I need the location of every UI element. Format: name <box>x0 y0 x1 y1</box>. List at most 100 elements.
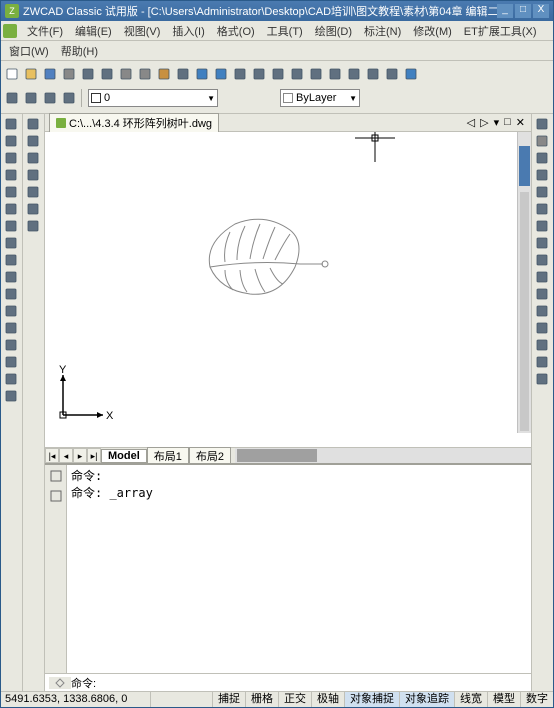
layeroff-button[interactable] <box>22 89 40 107</box>
area-tool[interactable] <box>24 133 42 149</box>
ellipse-tool[interactable] <box>2 269 20 285</box>
status-num[interactable]: 数字 <box>520 692 553 707</box>
explode-tool[interactable] <box>533 371 551 387</box>
area-button[interactable] <box>345 65 363 83</box>
offset-tool[interactable] <box>533 167 551 183</box>
tab-next[interactable]: ▷ <box>478 116 490 129</box>
status-grid[interactable]: 栅格 <box>245 692 278 707</box>
menu-edit[interactable]: 编辑(E) <box>69 24 118 40</box>
move-tool[interactable] <box>533 201 551 217</box>
scroll-last[interactable]: ▸| <box>87 448 101 463</box>
dist-button[interactable] <box>326 65 344 83</box>
distance-tool[interactable] <box>24 116 42 132</box>
copy-tool[interactable] <box>533 133 551 149</box>
new-button[interactable] <box>3 65 21 83</box>
join-tool[interactable] <box>533 320 551 336</box>
break-tool[interactable] <box>533 303 551 319</box>
command-input[interactable] <box>96 676 527 690</box>
menu-format[interactable]: 格式(O) <box>211 24 261 40</box>
id-tool[interactable] <box>24 184 42 200</box>
scale-tool[interactable] <box>533 235 551 251</box>
rect-tool[interactable] <box>2 184 20 200</box>
hatch-tool[interactable] <box>2 337 20 353</box>
document-tab[interactable]: C:\...\4.3.4 环形阵列树叶.dwg <box>49 113 219 132</box>
scroll-next[interactable]: ▸ <box>73 448 87 463</box>
tab-prev[interactable]: ◁ <box>465 116 477 129</box>
erase-tool[interactable] <box>533 116 551 132</box>
status-otrack[interactable]: 对象追踪 <box>399 692 454 707</box>
mtext-tool[interactable] <box>2 388 20 404</box>
status-polar[interactable]: 极轴 <box>311 692 344 707</box>
list-tool[interactable] <box>24 167 42 183</box>
xline-tool[interactable] <box>2 133 20 149</box>
menu-view[interactable]: 视图(V) <box>118 24 167 40</box>
table-tool[interactable] <box>2 371 20 387</box>
layerlock-button[interactable] <box>60 89 78 107</box>
layerfreeze-button[interactable] <box>41 89 59 107</box>
paste-button[interactable] <box>155 65 173 83</box>
color-dropdown[interactable]: ByLayer ▼ <box>280 89 360 107</box>
pline-tool[interactable] <box>2 150 20 166</box>
point-tool[interactable] <box>2 320 20 336</box>
zoomprev-button[interactable] <box>288 65 306 83</box>
save-button[interactable] <box>41 65 59 83</box>
scroll-prev[interactable]: ◂ <box>59 448 73 463</box>
ellipsearc-tool[interactable] <box>2 286 20 302</box>
tab-min[interactable]: ▾ <box>492 116 502 129</box>
tab-layout2[interactable]: 布局2 <box>189 447 231 465</box>
fillet-tool[interactable] <box>533 354 551 370</box>
spline-tool[interactable] <box>2 252 20 268</box>
menu-et[interactable]: ET扩展工具(X) <box>458 24 543 40</box>
props-button[interactable] <box>307 65 325 83</box>
status-lwt[interactable]: 线宽 <box>454 692 487 707</box>
trim-tool[interactable] <box>533 269 551 285</box>
menu-draw[interactable]: 绘图(D) <box>309 24 358 40</box>
status-model[interactable]: 模型 <box>487 692 520 707</box>
pan-button[interactable] <box>231 65 249 83</box>
array-tool[interactable] <box>533 184 551 200</box>
tab-close[interactable]: ✕ <box>514 116 527 129</box>
cut-button[interactable] <box>117 65 135 83</box>
menu-dim[interactable]: 标注(N) <box>358 24 407 40</box>
zoomrt-button[interactable] <box>250 65 268 83</box>
list-button[interactable] <box>364 65 382 83</box>
drawing-canvas[interactable]: X Y <box>45 132 517 433</box>
tab-max[interactable]: □ <box>502 116 513 129</box>
region-tool[interactable] <box>2 354 20 370</box>
print-button[interactable] <box>60 65 78 83</box>
command-history[interactable]: 命令: 命令: _array <box>67 465 531 673</box>
menu-file[interactable]: 文件(F) <box>21 24 69 40</box>
menu-modify[interactable]: 修改(M) <box>407 24 458 40</box>
open-button[interactable] <box>22 65 40 83</box>
cmd-tool-1[interactable] <box>47 467 65 485</box>
layeriso-button[interactable] <box>3 89 21 107</box>
cmd-tool-2[interactable] <box>47 487 65 505</box>
tab-model[interactable]: Model <box>101 449 147 463</box>
redo-button[interactable] <box>212 65 230 83</box>
status-snap[interactable]: 捕捉 <box>212 692 245 707</box>
maximize-button[interactable]: □ <box>515 4 531 18</box>
block-tool[interactable] <box>2 303 20 319</box>
block-attr-tool[interactable] <box>24 218 42 234</box>
undo-button[interactable] <box>193 65 211 83</box>
menu-insert[interactable]: 插入(I) <box>166 24 210 40</box>
horizontal-scrollbar[interactable] <box>235 448 531 463</box>
vertical-scrollbar[interactable] <box>517 132 531 433</box>
stretch-tool[interactable] <box>533 252 551 268</box>
menu-help[interactable]: 帮助(H) <box>55 44 104 60</box>
region-mp-tool[interactable] <box>24 150 42 166</box>
copy-button[interactable] <box>136 65 154 83</box>
status-osnap[interactable]: 对象捕捉 <box>344 692 399 707</box>
menu-tools[interactable]: 工具(T) <box>261 24 309 40</box>
plot-button[interactable] <box>98 65 116 83</box>
minimize-button[interactable]: _ <box>497 4 513 18</box>
table2-tool[interactable] <box>24 201 42 217</box>
revcloud-tool[interactable] <box>2 235 20 251</box>
tab-layout1[interactable]: 布局1 <box>147 447 189 465</box>
rotate-tool[interactable] <box>533 218 551 234</box>
preview-button[interactable] <box>79 65 97 83</box>
scroll-first[interactable]: |◂ <box>45 448 59 463</box>
layer-dropdown[interactable]: 0 ▼ <box>88 89 218 107</box>
arc-tool[interactable] <box>2 201 20 217</box>
mirror-tool[interactable] <box>533 150 551 166</box>
